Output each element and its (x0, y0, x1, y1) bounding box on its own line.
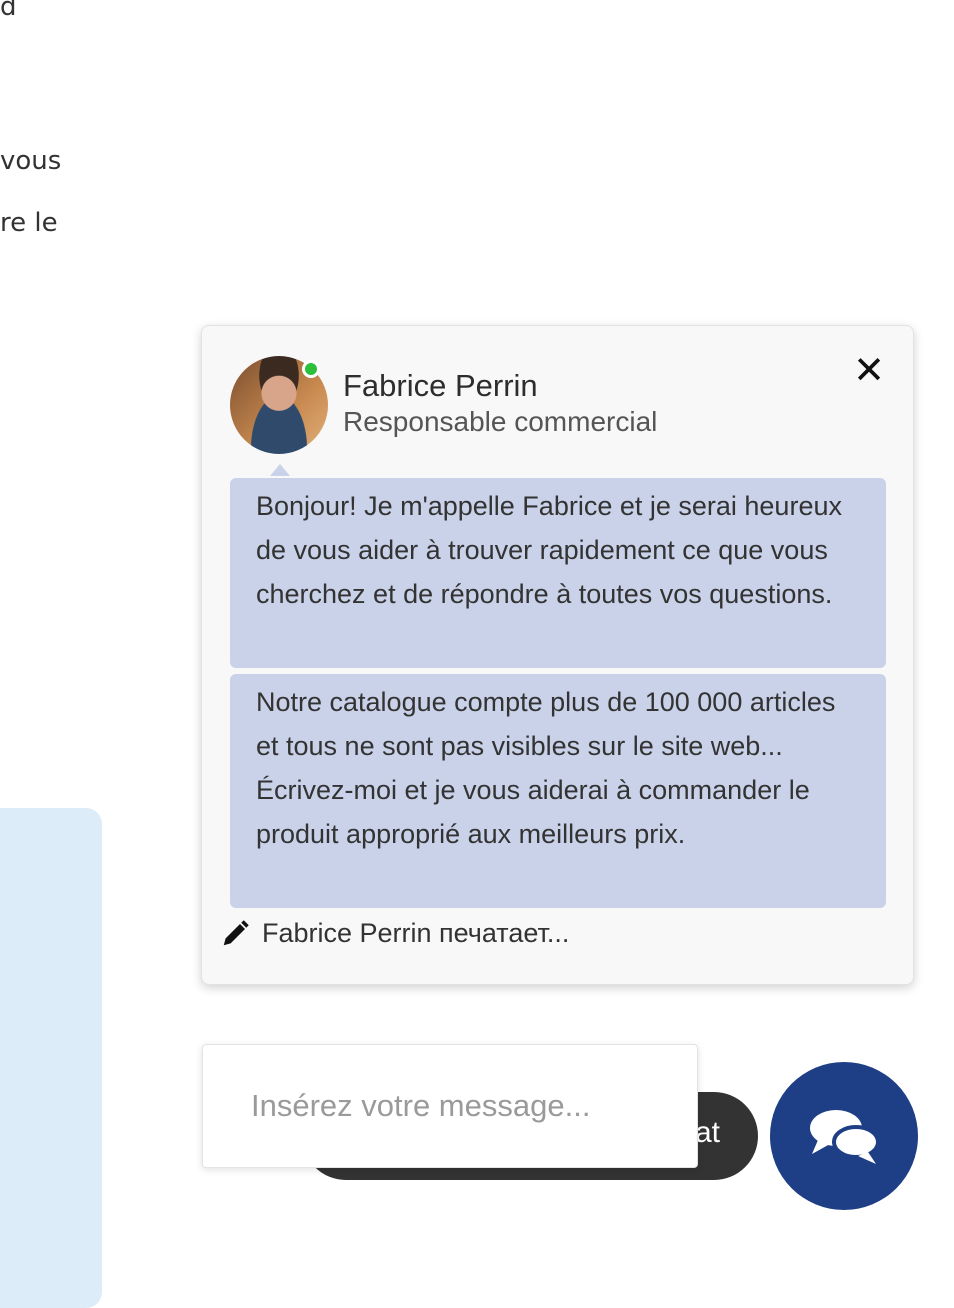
agent-name: Fabrice Perrin (343, 368, 538, 403)
bubble-tail (270, 464, 290, 476)
online-status-dot (302, 360, 320, 378)
chat-message: Bonjour! Je m'appelle Fabrice et je sera… (230, 478, 886, 668)
pencil-icon (223, 919, 249, 945)
background-text-fragment-3: re le (0, 208, 58, 238)
chat-pill-label: at (694, 1116, 720, 1149)
chat-message: Notre catalogue compte plus de 100 000 a… (230, 674, 886, 908)
agent-role: Responsable commercial (343, 406, 658, 437)
chat-bubbles-icon (810, 1110, 880, 1164)
chat-popup: Fabrice Perrin Responsable commercial ✕ … (201, 325, 914, 985)
background-panel (0, 808, 102, 1308)
message-input[interactable] (202, 1044, 698, 1168)
typing-indicator-text: Fabrice Perrin печатает... (262, 918, 570, 948)
typing-indicator: Fabrice Perrin печатает... (220, 918, 569, 949)
background-text-fragment-1: d (0, 0, 17, 22)
close-icon[interactable]: ✕ (851, 351, 887, 389)
chat-launcher-button[interactable] (770, 1062, 918, 1210)
background-text-fragment-2: vous (0, 146, 62, 176)
